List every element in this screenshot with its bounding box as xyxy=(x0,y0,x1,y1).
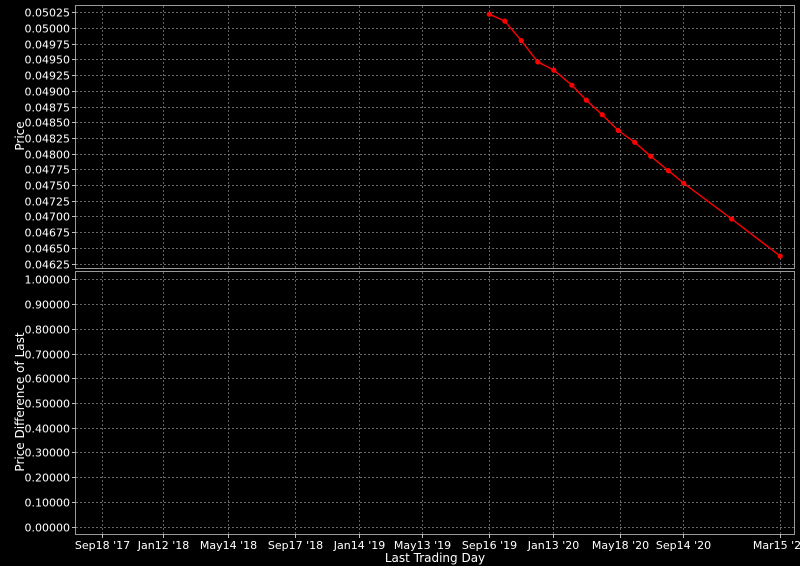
price-data-point[interactable] xyxy=(632,139,638,145)
x-axis-ticks: Sep18 '17 Jan12 '18 May14 '18 Sep17 '18 Jan1… xyxy=(75,534,800,552)
top-y-tick-label: 0.04650 xyxy=(25,243,71,256)
bottom-y-axis-title: Price Difference of Last xyxy=(13,332,27,471)
top-y-tick-label: 0.04825 xyxy=(25,133,71,146)
x-tick-label: Jan12 '18 xyxy=(137,539,189,552)
x-tick-label: Mar15 '21 xyxy=(753,539,800,552)
top-y-tick-label: 0.04675 xyxy=(25,227,71,240)
x-tick-label: Sep17 '18 xyxy=(268,539,323,552)
price-data-point[interactable] xyxy=(569,82,575,88)
top-y-tick-label: 0.04625 xyxy=(25,259,71,272)
bottom-panel-frame xyxy=(75,271,795,535)
bottom-y-tick-label: 1.00000 xyxy=(25,274,71,287)
price-data-point[interactable] xyxy=(599,112,605,118)
top-y-tick-label: 0.04950 xyxy=(25,54,71,67)
chart-container: 0.04625 0.04650 0.04675 0.04700 0.04725 0.047… xyxy=(0,0,800,566)
bottom-y-tick-label: 0.30000 xyxy=(25,447,71,460)
bottom-y-tick-label: 0.70000 xyxy=(25,349,71,362)
price-data-point[interactable] xyxy=(777,253,783,259)
top-y-tick-label: 0.04900 xyxy=(25,86,71,99)
bottom-y-tick-label: 0.90000 xyxy=(25,299,71,312)
top-y-tick-label: 0.04925 xyxy=(25,70,71,83)
bottom-y-tick-label: 0.10000 xyxy=(25,497,71,510)
x-tick-label: Sep14 '20 xyxy=(656,539,711,552)
price-data-point[interactable] xyxy=(535,59,541,65)
chart-svg: 0.04625 0.04650 0.04675 0.04700 0.04725 0.047… xyxy=(13,5,800,565)
x-tick-label: Sep18 '17 xyxy=(75,539,130,552)
bottom-y-tick-label: 0.60000 xyxy=(25,373,71,386)
x-axis-title: Last Trading Day xyxy=(385,551,485,565)
top-y-tick-label: 0.05025 xyxy=(25,7,71,20)
top-panel-frame xyxy=(75,5,795,269)
price-data-point[interactable] xyxy=(486,11,492,17)
price-data-point[interactable] xyxy=(665,168,671,174)
bottom-panel-grid xyxy=(76,272,794,534)
price-data-point[interactable] xyxy=(502,18,508,24)
bottom-y-tick-label: 0.80000 xyxy=(25,324,71,337)
top-y-tick-label: 0.04800 xyxy=(25,149,71,162)
price-data-point[interactable] xyxy=(648,153,654,159)
bottom-y-tick-label: 0.00000 xyxy=(25,522,71,535)
top-y-axis-title: Price xyxy=(13,121,27,150)
price-data-point[interactable] xyxy=(551,67,557,73)
price-data-point[interactable] xyxy=(615,127,621,133)
price-series xyxy=(486,11,783,259)
top-panel-grid xyxy=(76,6,794,268)
top-y-tick-label: 0.04725 xyxy=(25,196,71,209)
bottom-y-tick-label: 0.50000 xyxy=(25,398,71,411)
bottom-y-tick-label: 0.20000 xyxy=(25,472,71,485)
top-y-tick-label: 0.04975 xyxy=(25,39,71,52)
price-data-point[interactable] xyxy=(729,216,735,222)
x-tick-label: May14 '18 xyxy=(200,539,257,552)
top-y-tick-label: 0.04700 xyxy=(25,211,71,224)
top-y-tick-label: 0.04875 xyxy=(25,102,71,115)
price-data-point[interactable] xyxy=(583,97,589,103)
top-panel-y-ticks: 0.04625 0.04650 0.04675 0.04700 0.04725 0.047… xyxy=(25,7,76,272)
price-data-point[interactable] xyxy=(681,180,687,186)
x-tick-label: Jan13 '20 xyxy=(527,539,579,552)
x-tick-label: Jan14 '19 xyxy=(333,539,385,552)
top-y-tick-label: 0.05000 xyxy=(25,23,71,36)
x-tick-label: May18 '20 xyxy=(592,539,649,552)
top-y-tick-label: 0.04775 xyxy=(25,164,71,177)
price-data-point[interactable] xyxy=(518,38,524,44)
top-y-tick-label: 0.04750 xyxy=(25,180,71,193)
bottom-y-tick-label: 0.40000 xyxy=(25,423,71,436)
top-y-tick-label: 0.04850 xyxy=(25,117,71,130)
bottom-panel-y-ticks: 0.00000 0.10000 0.20000 0.30000 0.40000 0.500… xyxy=(25,274,76,535)
price-series-line xyxy=(489,13,781,257)
